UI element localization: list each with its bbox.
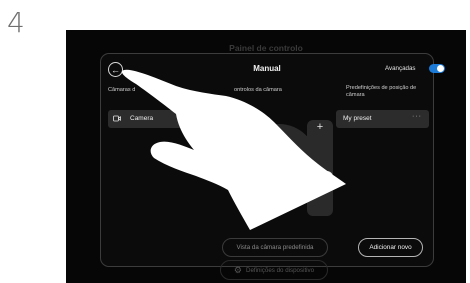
touch-screen: Painel de controlo ← Manual Avançadas Câ… [66, 30, 466, 283]
step-number: 4 [7, 6, 25, 39]
pointing-hand-illustration [121, 69, 346, 230]
